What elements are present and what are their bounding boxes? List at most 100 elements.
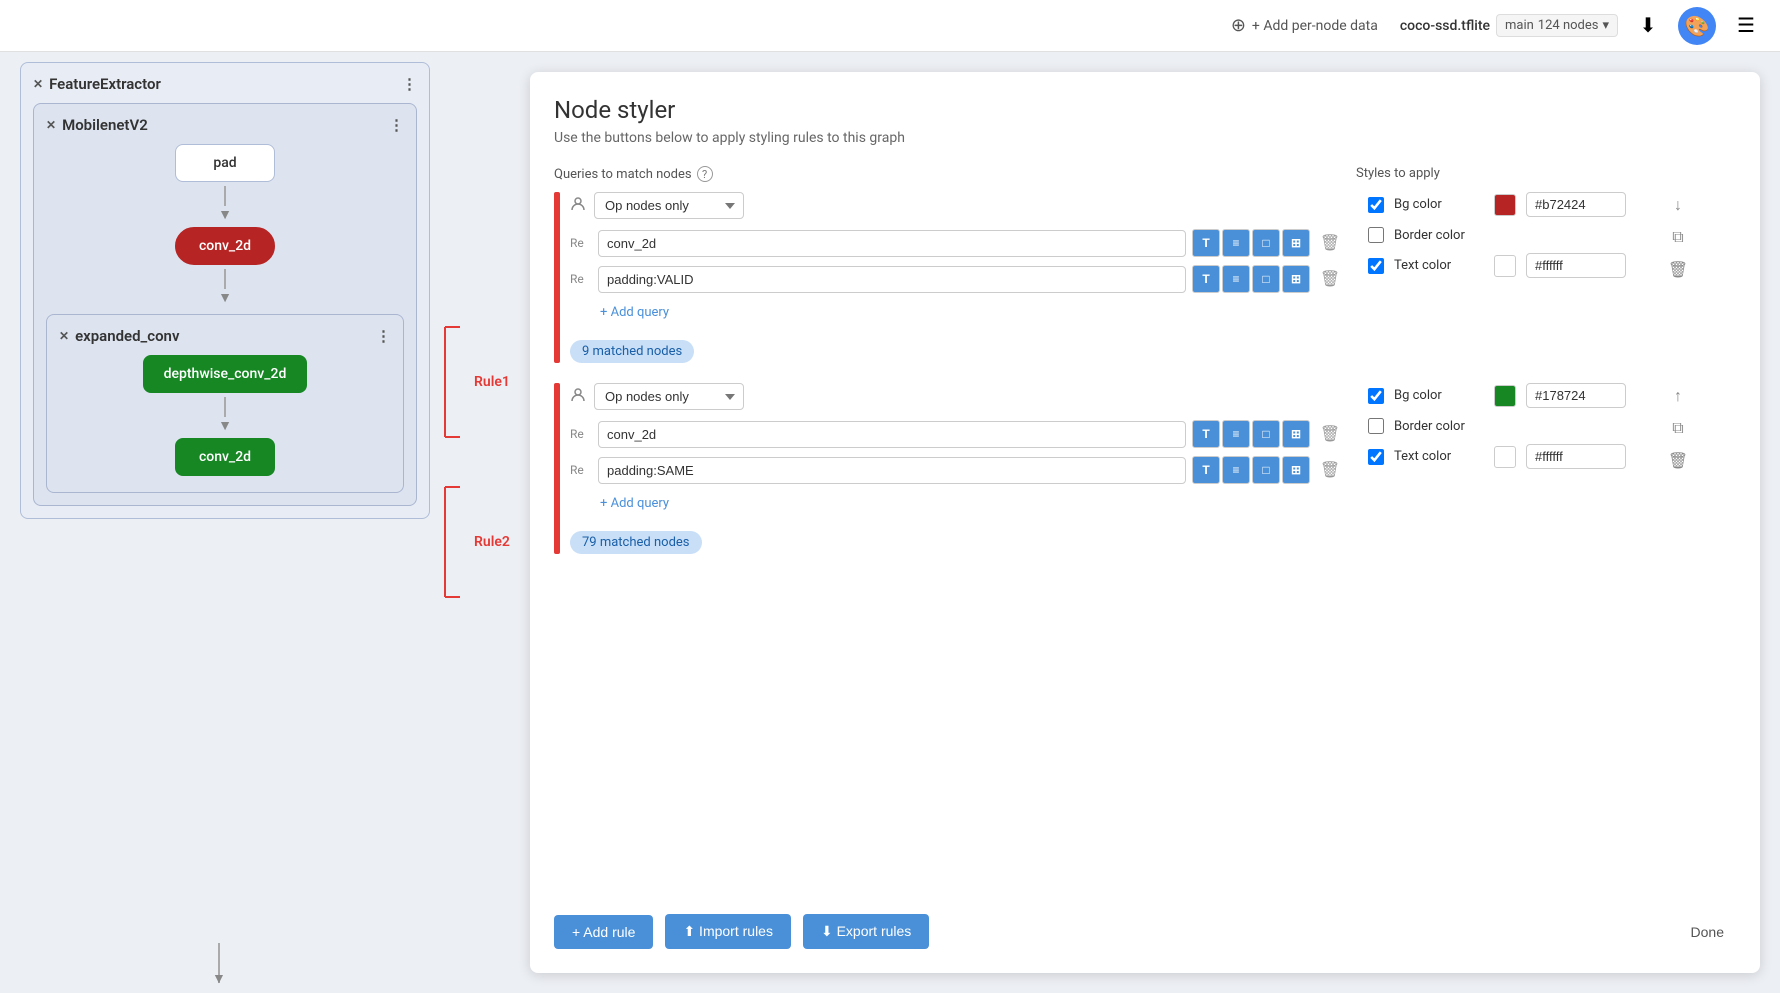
add-per-node-data-btn[interactable]: ⊕ + Add per-node data bbox=[1221, 9, 1388, 42]
rule-1-text-color-checkbox[interactable] bbox=[1368, 258, 1384, 274]
done-btn[interactable]: Done bbox=[1679, 915, 1736, 949]
rule-1-text-color-swatch[interactable] bbox=[1494, 255, 1516, 277]
add-rule-btn[interactable]: + Add rule bbox=[554, 915, 653, 949]
rule-2-q1-btn-single[interactable]: □ bbox=[1252, 420, 1280, 448]
rule-2-queries: Op nodes only All nodes Input nodes only… bbox=[570, 383, 1356, 554]
rule-1-matched-badge: 9 matched nodes bbox=[570, 340, 694, 363]
rule-1-q1-btn-list[interactable]: ≡ bbox=[1222, 229, 1250, 257]
rule-1-text-color-input[interactable] bbox=[1526, 253, 1626, 278]
add-rule-label: + Add rule bbox=[572, 924, 635, 940]
rule-1-q1-prefix: Re bbox=[570, 236, 592, 250]
rule-2-styles: Bg color Border color bbox=[1356, 383, 1736, 554]
model-info: coco-ssd.tflite main 124 nodes ▾ bbox=[1400, 14, 1618, 37]
topbar: ⊕ + Add per-node data coco-ssd.tflite ma… bbox=[0, 0, 1780, 52]
collapse-icon-expanded[interactable]: ✕ bbox=[59, 329, 69, 343]
op-node-icon-2 bbox=[570, 387, 586, 407]
export-rules-btn[interactable]: ⬇ Export rules bbox=[803, 914, 929, 949]
rule-2-q2-btn-t[interactable]: T bbox=[1192, 456, 1220, 484]
more-icon-expanded[interactable]: ⋮ bbox=[376, 327, 391, 345]
depthwise-node[interactable]: depthwise_conv_2d bbox=[143, 355, 308, 393]
collapse-icon-feature[interactable]: ✕ bbox=[33, 77, 43, 91]
menu-btn[interactable]: ☰ bbox=[1728, 8, 1764, 44]
rule-2-delete-btn[interactable]: 🗑 bbox=[1664, 447, 1692, 475]
rule-2-text-color-input[interactable] bbox=[1526, 444, 1626, 469]
bottom-arrow: ▼ bbox=[212, 970, 226, 987]
rule-2-border-color-checkbox[interactable] bbox=[1368, 418, 1384, 434]
rule-2-q2-btn-single[interactable]: □ bbox=[1252, 456, 1280, 484]
palette-btn[interactable]: 🎨 bbox=[1678, 7, 1716, 45]
rule-2-bg-color-swatch[interactable] bbox=[1494, 385, 1516, 407]
conv2d-red-node[interactable]: conv_2d bbox=[175, 227, 275, 265]
rule-2-bg-color-input[interactable] bbox=[1526, 383, 1626, 408]
rule-1-q2-btn-t[interactable]: T bbox=[1192, 265, 1220, 293]
rule-2-copy-btn[interactable]: ⧉ bbox=[1664, 415, 1692, 443]
rule-1-q1-btn-single[interactable]: □ bbox=[1252, 229, 1280, 257]
rule-1-q2-delete[interactable]: 🗑 bbox=[1316, 265, 1344, 293]
rule-1-bracket bbox=[554, 192, 560, 363]
rule-1-q1-btn-t[interactable]: T bbox=[1192, 229, 1220, 257]
rule-1-query-type-row: Op nodes only All nodes Input nodes only bbox=[570, 192, 1344, 219]
rule-1-bg-color-input[interactable] bbox=[1526, 192, 1626, 217]
add-per-node-label: + Add per-node data bbox=[1252, 18, 1378, 34]
rule-2-move-up-btn[interactable]: ↑ bbox=[1664, 383, 1692, 411]
more-icon-mobilenet[interactable]: ⋮ bbox=[389, 116, 404, 134]
rule-2-q1-btn-list[interactable]: ≡ bbox=[1222, 420, 1250, 448]
rule-2-text-color-checkbox[interactable] bbox=[1368, 449, 1384, 465]
rule-2-bg-color-checkbox[interactable] bbox=[1368, 388, 1384, 404]
rule-1-delete-btn[interactable]: 🗑 bbox=[1664, 256, 1692, 284]
rule-1-text-color-label: Text color bbox=[1394, 258, 1484, 273]
rule2-bracket-area: Rule2 bbox=[440, 482, 510, 602]
rule-1-q2-btn-single[interactable]: □ bbox=[1252, 265, 1280, 293]
rule-1-q2-btn-list[interactable]: ≡ bbox=[1222, 265, 1250, 293]
pad-node[interactable]: pad bbox=[175, 144, 275, 182]
conv2d-green-node[interactable]: conv_2d bbox=[175, 438, 275, 476]
rule-1-bg-color-swatch[interactable] bbox=[1494, 194, 1516, 216]
rule-1-add-query-btn[interactable]: + Add query bbox=[600, 305, 669, 320]
rule-1-bg-color-row: Bg color bbox=[1368, 192, 1656, 217]
branch-selector[interactable]: main 124 nodes ▾ bbox=[1496, 14, 1618, 37]
rule-1-queries: Op nodes only All nodes Input nodes only… bbox=[570, 192, 1356, 363]
rule2-bracket-svg bbox=[440, 482, 470, 602]
rule-2-q2-btn-multi[interactable]: ⊞ bbox=[1282, 456, 1310, 484]
depthwise-node-container: depthwise_conv_2d bbox=[59, 355, 391, 393]
rule-2-add-query-btn[interactable]: + Add query bbox=[600, 496, 669, 511]
rule-1-border-color-checkbox[interactable] bbox=[1368, 227, 1384, 243]
rule-2-q2-delete[interactable]: 🗑 bbox=[1316, 456, 1344, 484]
rule-1-q2-btn-multi[interactable]: ⊞ bbox=[1282, 265, 1310, 293]
more-icon-feature[interactable]: ⋮ bbox=[402, 75, 417, 93]
rule-1-query-type-select[interactable]: Op nodes only All nodes Input nodes only bbox=[594, 192, 744, 219]
rule-2-q2-btn-list[interactable]: ≡ bbox=[1222, 456, 1250, 484]
rule-2-q1-input[interactable] bbox=[598, 421, 1186, 448]
menu-icon: ☰ bbox=[1737, 13, 1755, 38]
rule-2-text-color-swatch[interactable] bbox=[1494, 446, 1516, 468]
arrow-2: ▼ bbox=[46, 289, 404, 306]
rule-2-q1-btn-multi[interactable]: ⊞ bbox=[1282, 420, 1310, 448]
rule-1-q2-input[interactable] bbox=[598, 266, 1186, 293]
download-btn[interactable]: ⬇ bbox=[1630, 8, 1666, 44]
rule-1-q1-delete[interactable]: 🗑 bbox=[1316, 229, 1344, 257]
rule-2-query-type-select[interactable]: Op nodes only All nodes Input nodes only bbox=[594, 383, 744, 410]
rule-1-bg-color-label: Bg color bbox=[1394, 197, 1484, 212]
collapse-icon-mobilenet[interactable]: ✕ bbox=[46, 118, 56, 132]
import-rules-btn[interactable]: ⬆ Import rules bbox=[665, 914, 791, 949]
rule-1-bg-color-checkbox[interactable] bbox=[1368, 197, 1384, 213]
rule-2-q1-delete[interactable]: 🗑 bbox=[1316, 420, 1344, 448]
rule-1-move-down-btn[interactable]: ↓ bbox=[1664, 192, 1692, 220]
rule-2-q2-input[interactable] bbox=[598, 457, 1186, 484]
help-icon[interactable]: ? bbox=[697, 166, 713, 182]
rule-2-q1-btn-t[interactable]: T bbox=[1192, 420, 1220, 448]
download-icon: ⬇ bbox=[1640, 13, 1657, 38]
rule-2-q2-prefix: Re bbox=[570, 463, 592, 477]
column-headers: Queries to match nodes ? Styles to apply bbox=[554, 166, 1736, 182]
rule-2-text-color-label: Text color bbox=[1394, 449, 1484, 464]
rule-1-q1-btn-multi[interactable]: ⊞ bbox=[1282, 229, 1310, 257]
rule-1-q1-input[interactable] bbox=[598, 230, 1186, 257]
styles-header-label: Styles to apply bbox=[1356, 166, 1440, 181]
rule-1-styles: Bg color Border color bbox=[1356, 192, 1736, 363]
conv2d-red-node-container: conv_2d bbox=[46, 227, 404, 265]
rule-1-container: Op nodes only All nodes Input nodes only… bbox=[554, 192, 1736, 363]
rule-2-bg-color-label: Bg color bbox=[1394, 388, 1484, 403]
rule-1-copy-btn[interactable]: ⧉ bbox=[1664, 224, 1692, 252]
rule-1-body: Op nodes only All nodes Input nodes only… bbox=[570, 192, 1736, 363]
add-circle-icon: ⊕ bbox=[1231, 15, 1246, 36]
